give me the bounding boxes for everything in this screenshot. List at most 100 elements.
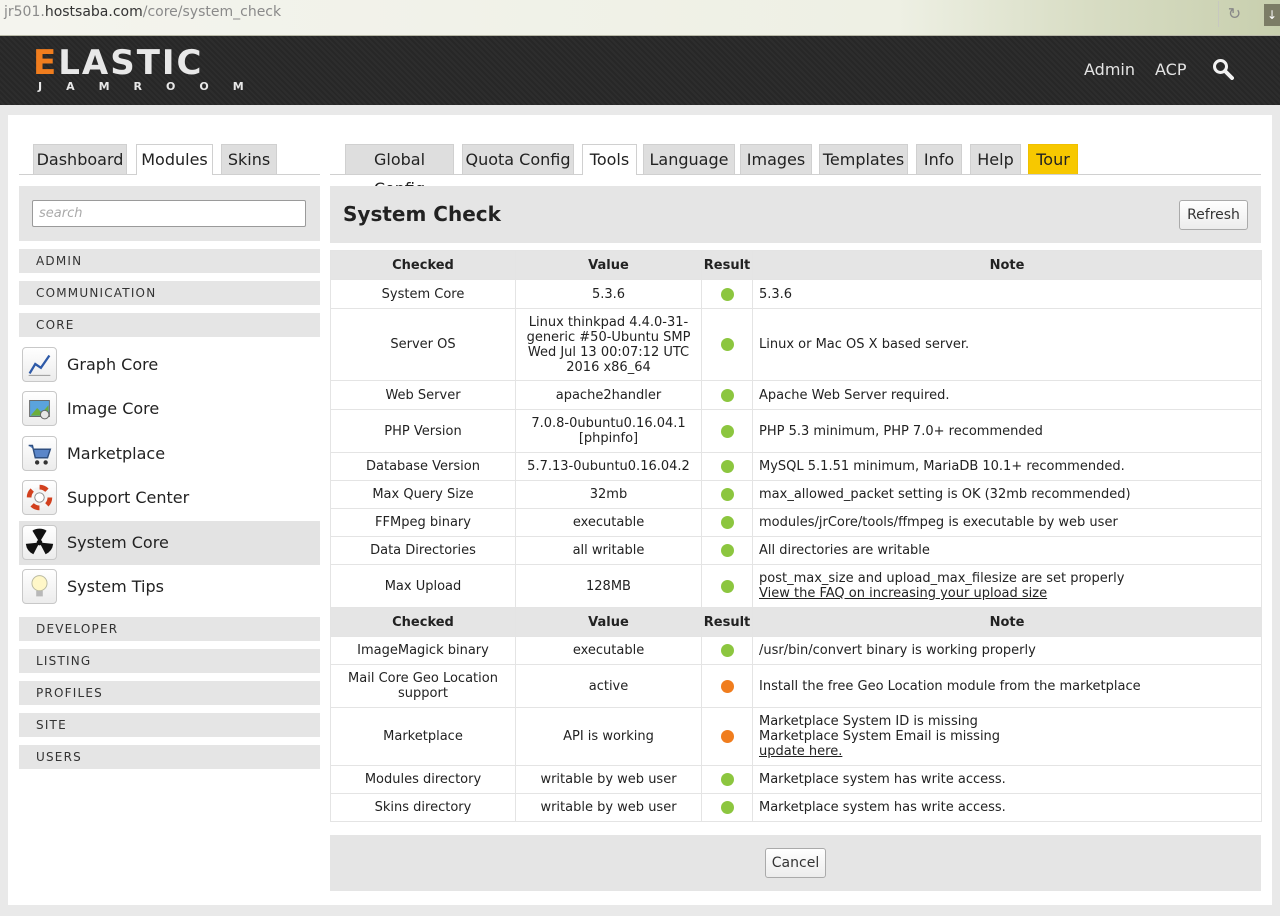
value-cell: active [515, 664, 702, 708]
search-input[interactable] [32, 200, 306, 227]
sidebar-item-image-core[interactable]: Image Core [19, 387, 320, 431]
cart-icon [22, 435, 57, 471]
result-cell [701, 707, 753, 766]
sidebar-category-core[interactable]: CORE [19, 313, 320, 337]
status-dot-ok [720, 801, 734, 814]
checked-cell: Data Directories [330, 536, 516, 565]
status-dot-ok [720, 544, 734, 557]
tab-tour[interactable]: Tour [1028, 144, 1078, 174]
result-cell [701, 308, 753, 381]
refresh-button[interactable]: Refresh [1179, 200, 1248, 230]
tab-global-config[interactable]: Global Config [345, 144, 454, 198]
sidebar-item-label: System Core [67, 532, 169, 552]
note-cell: Marketplace system has write access. [752, 765, 1262, 794]
value-cell: writable by web user [515, 765, 702, 794]
note-cell: Apache Web Server required. [752, 380, 1262, 410]
header-nav-acp[interactable]: ACP [1155, 60, 1186, 79]
site-header: ELASTIC JAMROOM Admin ACP [0, 36, 1280, 105]
result-cell [701, 279, 753, 309]
column-header-result: Result [701, 250, 753, 280]
header-nav-admin[interactable]: Admin [1084, 60, 1135, 79]
checked-cell: Skins directory [330, 793, 516, 822]
tab-quota-config[interactable]: Quota Config [462, 144, 574, 174]
tab-images[interactable]: Images [740, 144, 812, 174]
sidebar-category-developer[interactable]: DEVELOPER [19, 617, 320, 641]
browser-url-bar[interactable]: jr501.hostsaba.com/core/system_check ↻ ↓ [0, 0, 1280, 36]
sidebar-category-communication[interactable]: COMMUNICATION [19, 281, 320, 305]
note-cell: PHP 5.3 minimum, PHP 7.0+ recommended [752, 409, 1262, 453]
checked-cell: Mail Core Geo Location support [330, 664, 516, 708]
note-link[interactable]: View the FAQ on increasing your upload s… [759, 586, 1047, 601]
value-cell: executable [515, 636, 702, 665]
cancel-button[interactable]: Cancel [765, 848, 826, 878]
result-cell [701, 409, 753, 453]
sidebar-category-listing[interactable]: LISTING [19, 649, 320, 673]
download-icon[interactable]: ↓ [1264, 4, 1280, 26]
sidebar-category-site[interactable]: SITE [19, 713, 320, 737]
lifebuoy-icon [22, 480, 57, 516]
checked-cell: Max Upload [330, 564, 516, 608]
tab-modules[interactable]: Modules [136, 144, 213, 175]
column-header-note: Note [752, 607, 1262, 637]
status-dot-ok [720, 579, 734, 593]
table-row: Skins directory writable by web user Marke… [330, 793, 1262, 822]
checked-cell: Server OS [330, 308, 516, 381]
result-cell [701, 380, 753, 410]
note-cell: /usr/bin/convert binary is working prope… [752, 636, 1262, 665]
checked-cell: PHP Version [330, 409, 516, 453]
table-row: Server OS Linux thinkpad 4.4.0-31-generic… [330, 308, 1262, 381]
reload-icon[interactable]: ↻ [1218, 1, 1250, 27]
table-row: Max Upload 128MB post_max_size and upload_… [330, 564, 1262, 608]
column-header-value: Value [515, 607, 702, 637]
table-row: System Core 5.3.6 5.3.6 [330, 279, 1262, 309]
tab-templates[interactable]: Templates [819, 144, 908, 174]
sidebar-search-box [19, 186, 320, 241]
column-header-checked: Checked [330, 607, 516, 637]
note-cell: post_max_size and upload_max_filesize ar… [752, 564, 1262, 608]
search-icon[interactable] [1212, 58, 1234, 80]
sidebar-category-users[interactable]: USERS [19, 745, 320, 769]
result-cell [701, 564, 753, 608]
sidebar-item-label: Graph Core [67, 355, 159, 374]
sidebar-item-support-center[interactable]: Support Center [19, 476, 320, 520]
radiation-icon [22, 524, 57, 560]
note-cell: max_allowed_packet setting is OK (32mb r… [752, 480, 1262, 509]
tab-tools[interactable]: Tools [582, 144, 637, 175]
result-cell [701, 636, 753, 665]
system-check-table: Checked Value Result Note System Core 5.3.6 5.… [330, 250, 1262, 822]
image-icon [22, 391, 57, 427]
form-footer: Cancel [330, 835, 1261, 891]
tab-language[interactable]: Language [643, 144, 735, 174]
sidebar-item-marketplace[interactable]: Marketplace [19, 432, 320, 476]
status-dot-ok [720, 516, 734, 529]
note-cell: Install the free Geo Location module fro… [752, 664, 1262, 708]
status-dot-ok [720, 488, 734, 501]
tab-skins[interactable]: Skins [221, 144, 277, 174]
value-cell: 128MB [515, 564, 702, 608]
sidebar-item-label: Image Core [67, 399, 160, 419]
url-host: hostsaba.com [44, 4, 143, 20]
sidebar-item-label: Marketplace [67, 443, 166, 463]
result-cell [701, 664, 753, 708]
value-cell: writable by web user [515, 793, 702, 822]
status-dot-ok [720, 287, 734, 301]
status-dot-ok [720, 338, 734, 351]
value-cell: executable [515, 508, 702, 537]
note-link[interactable]: update here. [759, 744, 842, 759]
column-header-result: Result [701, 607, 753, 637]
tab-help[interactable]: Help [970, 144, 1021, 174]
sidebar-item-system-core[interactable]: System Core [19, 520, 320, 565]
table-row: FFMpeg binary executable modules/jrCore/to… [330, 508, 1262, 537]
sidebar-category-admin[interactable]: ADMIN [19, 249, 320, 273]
tab-info[interactable]: Info [916, 144, 962, 174]
sidebar-category-profiles[interactable]: PROFILES [19, 681, 320, 705]
address-text[interactable]: jr501.hostsaba.com/core/system_check [4, 4, 281, 20]
sidebar-item-graph-core[interactable]: Graph Core [19, 343, 320, 387]
checked-cell: Database Version [330, 452, 516, 481]
elastic-jamroom-logo[interactable]: ELASTIC JAMROOM [33, 46, 268, 93]
value-cell: Linux thinkpad 4.4.0-31-generic #50-Ubun… [515, 308, 702, 381]
phpinfo-link[interactable]: [phpinfo] [579, 431, 638, 446]
sidebar-item-system-tips[interactable]: System Tips [19, 565, 320, 609]
value-cell: all writable [515, 536, 702, 565]
tab-dashboard[interactable]: Dashboard [33, 144, 127, 174]
